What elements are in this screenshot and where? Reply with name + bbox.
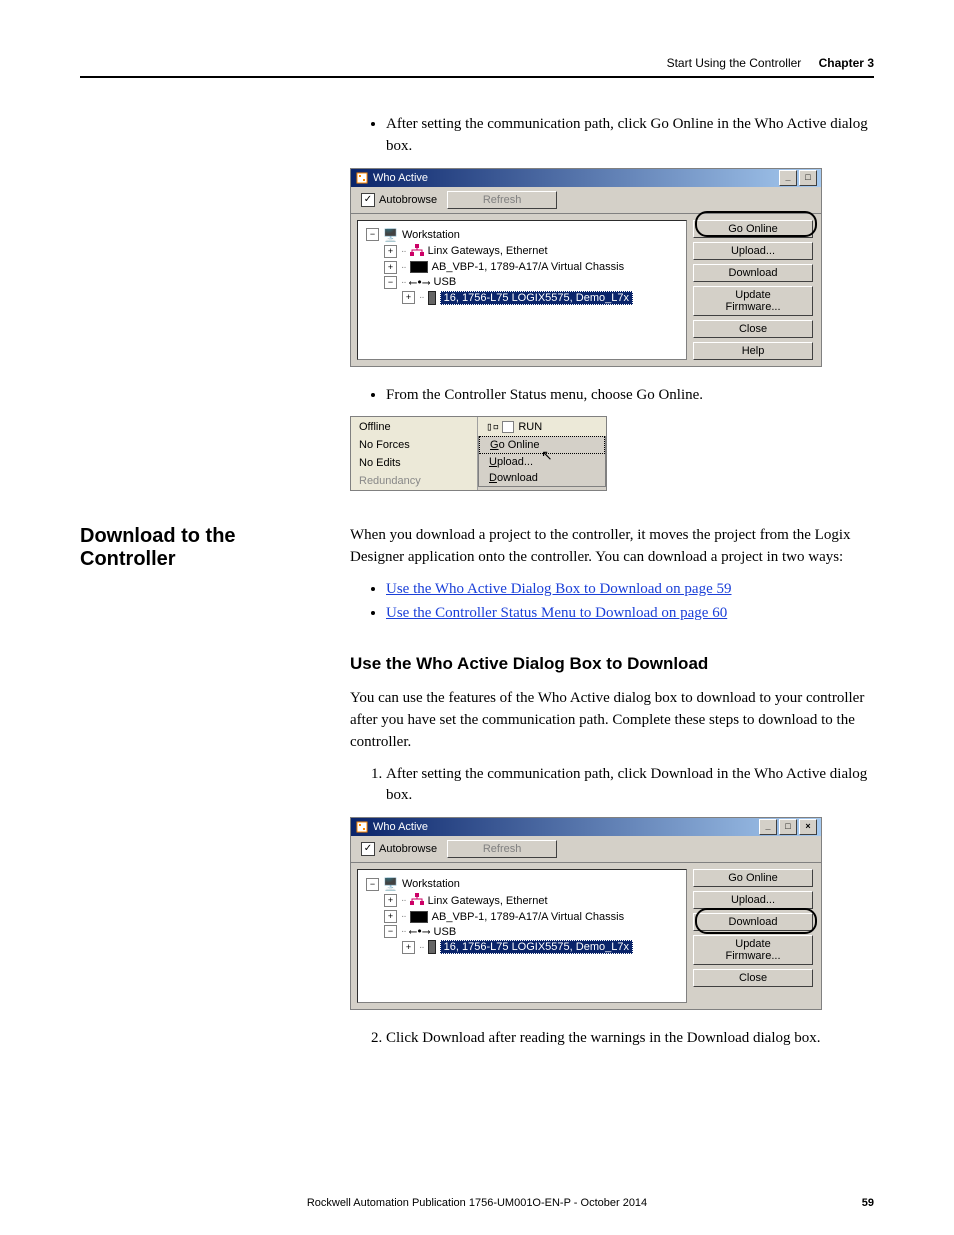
bullet-go-online: After setting the communication path, cl… (386, 114, 874, 158)
section-heading-download: Download to the Controller (80, 525, 320, 571)
window-title: Who Active (373, 172, 779, 184)
page-header: Start Using the Controller Chapter 3 (80, 56, 874, 78)
download-button[interactable]: Download (693, 264, 813, 282)
maximize-button[interactable]: □ (799, 170, 817, 186)
expand-icon[interactable]: + (402, 941, 415, 954)
expand-icon[interactable]: + (384, 245, 397, 258)
workstation-icon: 🖥️ (383, 877, 398, 891)
update-firmware-button[interactable]: Update Firmware... (693, 286, 813, 316)
device-tree[interactable]: − 🖥️ Workstation + ·· Linx Gateways, Eth… (357, 220, 687, 360)
titlebar: Who Active _ □ (351, 169, 821, 187)
device-tree[interactable]: − 🖥️ Workstation + ·· Linx Gateways, (357, 869, 687, 1003)
expand-icon[interactable]: + (384, 894, 397, 907)
controller-slot-icon (428, 291, 436, 305)
who-active-download-paragraph: You can use the features of the Who Acti… (350, 688, 874, 753)
menu-download[interactable]: Download (479, 470, 605, 486)
usb-icon: ⟵•⟶ (410, 925, 430, 938)
expand-icon[interactable]: + (402, 291, 415, 304)
minimize-button[interactable]: _ (759, 819, 777, 835)
upload-button[interactable]: Upload... (693, 242, 813, 260)
module-icon (410, 911, 428, 923)
tree-workstation[interactable]: Workstation (402, 878, 460, 890)
tree-selected-controller[interactable]: 16, 1756-L75 LOGIX5575, Demo_L7x (440, 940, 633, 954)
expand-icon[interactable]: + (384, 910, 397, 923)
autobrowse-label: Autobrowse (379, 843, 437, 855)
status-no-edits: No Edits (351, 454, 478, 472)
chapter-label: Chapter 3 (819, 56, 874, 70)
download-steps: After setting the communication path, cl… (350, 764, 874, 808)
status-redundancy: Redundancy (351, 472, 478, 490)
page-footer: Rockwell Automation Publication 1756-UM0… (80, 1197, 874, 1209)
subheading-who-active-download: Use the Who Active Dialog Box to Downloa… (350, 654, 874, 674)
who-active-screenshot-1: Who Active _ □ ✓ Autobrowse Refresh (350, 168, 822, 367)
tree-linx[interactable]: Linx Gateways, Ethernet (428, 895, 548, 907)
tree-vbp[interactable]: AB_VBP-1, 1789-A17/A Virtual Chassis (432, 261, 624, 273)
status-run: ▯▫ RUN (478, 417, 607, 436)
refresh-button[interactable]: Refresh (447, 191, 557, 209)
refresh-button[interactable]: Refresh (447, 840, 557, 858)
network-icon (410, 893, 424, 908)
workstation-icon: 🖥️ (383, 228, 398, 242)
expand-icon[interactable]: + (384, 261, 397, 274)
collapse-icon[interactable]: − (384, 276, 397, 289)
tree-usb[interactable]: USB (434, 276, 457, 288)
upload-button[interactable]: Upload... (693, 891, 813, 909)
usb-icon: ⟵•⟶ (410, 276, 430, 289)
autobrowse-label: Autobrowse (379, 194, 437, 206)
status-no-forces: No Forces (351, 436, 478, 454)
who-active-screenshot-2: Who Active _ □ × ✓ Autobrowse Refresh (350, 817, 822, 1010)
page-number: 59 (862, 1197, 874, 1209)
controller-status-screenshot: Offline ▯▫ RUN No Forces Go Online Uploa… (350, 416, 607, 491)
maximize-button[interactable]: □ (779, 819, 797, 835)
minimize-button[interactable]: _ (779, 170, 797, 186)
network-icon (410, 244, 424, 259)
step-1: After setting the communication path, cl… (386, 764, 874, 808)
close-button[interactable]: Close (693, 320, 813, 338)
titlebar: Who Active _ □ × (351, 818, 821, 836)
download-intro-paragraph: When you download a project to the contr… (350, 525, 874, 569)
tree-workstation[interactable]: Workstation (402, 229, 460, 241)
close-button[interactable]: Close (693, 969, 813, 987)
app-icon (355, 820, 369, 834)
tree-vbp[interactable]: AB_VBP-1, 1789-A17/A Virtual Chassis (432, 911, 624, 923)
autobrowse-checkbox[interactable]: ✓ Autobrowse (361, 842, 437, 856)
go-online-button[interactable]: Go Online (693, 220, 813, 238)
app-icon (355, 171, 369, 185)
footer-text: Rockwell Automation Publication 1756-UM0… (307, 1197, 647, 1209)
autobrowse-checkbox[interactable]: ✓ Autobrowse (361, 193, 437, 207)
step-2: Click Download after reading the warning… (386, 1028, 874, 1050)
update-firmware-button[interactable]: Update Firmware... (693, 935, 813, 965)
download-steps-cont: Click Download after reading the warning… (350, 1028, 874, 1050)
download-button[interactable]: Download (693, 913, 813, 931)
go-online-button[interactable]: Go Online (693, 869, 813, 887)
window-title: Who Active (373, 821, 759, 833)
controller-slot-icon (428, 940, 436, 954)
bullet-status-menu: From the Controller Status menu, choose … (386, 385, 874, 407)
collapse-icon[interactable]: − (366, 228, 379, 241)
collapse-icon[interactable]: − (366, 878, 379, 891)
module-icon (410, 261, 428, 273)
close-window-button[interactable]: × (799, 819, 817, 835)
collapse-icon[interactable]: − (384, 925, 397, 938)
help-button[interactable]: Help (693, 342, 813, 360)
intro-bullets: After setting the communication path, cl… (350, 114, 874, 158)
section-title: Start Using the Controller (667, 56, 802, 70)
link-who-active-download[interactable]: Use the Who Active Dialog Box to Downloa… (386, 581, 732, 597)
tree-usb[interactable]: USB (434, 926, 457, 938)
link-status-menu-download[interactable]: Use the Controller Status Menu to Downlo… (386, 605, 727, 621)
intro-bullets-2: From the Controller Status menu, choose … (350, 385, 874, 407)
tree-selected-controller[interactable]: 16, 1756-L75 LOGIX5575, Demo_L7x (440, 291, 633, 305)
status-offline: Offline (351, 417, 478, 436)
cursor-icon: ↖ (541, 447, 553, 464)
tree-linx[interactable]: Linx Gateways, Ethernet (428, 245, 548, 257)
